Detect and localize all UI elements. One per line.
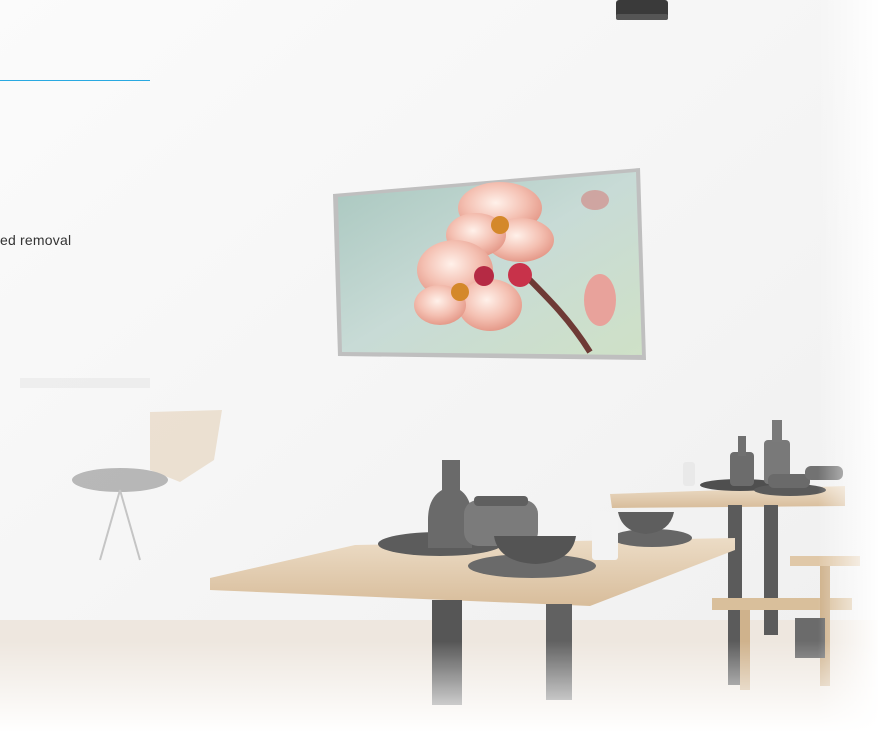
bottom-edge-fade bbox=[0, 641, 878, 731]
wall-tv bbox=[333, 168, 646, 360]
right-edge-fade bbox=[818, 0, 878, 731]
room-scene bbox=[0, 0, 878, 731]
accent-divider bbox=[0, 80, 150, 81]
mounted-device-icon bbox=[616, 0, 668, 20]
feature-text: ed removal bbox=[0, 232, 72, 248]
